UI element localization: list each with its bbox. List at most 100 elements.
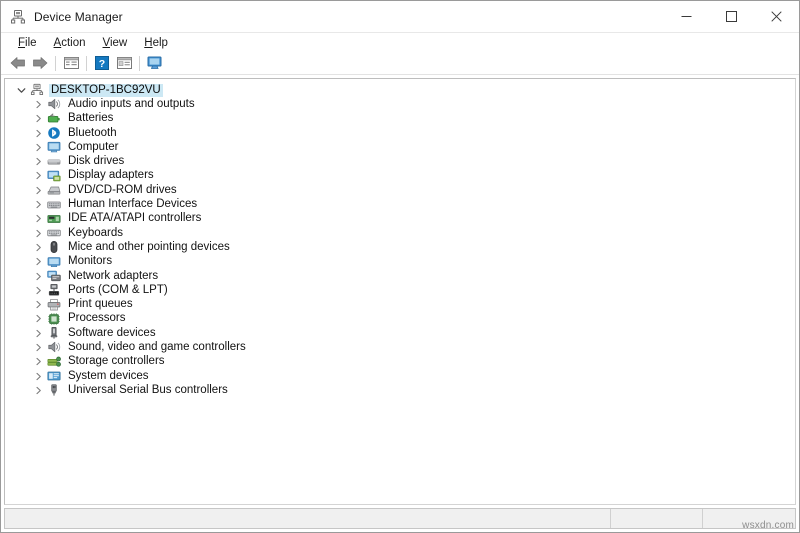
tree-item-sound-video-and-game-controllers[interactable]: Sound, video and game controllers xyxy=(5,340,795,354)
chevron-right-icon[interactable] xyxy=(33,142,44,153)
tree-item-label: Ports (COM & LPT) xyxy=(68,283,168,296)
device-manager-icon xyxy=(10,9,26,25)
toolbar-separator-3 xyxy=(139,55,140,71)
tree-item-label: Software devices xyxy=(68,326,156,339)
chevron-right-icon[interactable] xyxy=(33,213,44,224)
menu-help[interactable]: Help xyxy=(137,35,176,51)
software-device-icon xyxy=(47,326,61,340)
tree-item-monitors[interactable]: Monitors xyxy=(5,255,795,269)
scan-hardware-changes-button[interactable] xyxy=(144,53,166,73)
port-icon xyxy=(47,283,61,297)
toolbar-separator-1 xyxy=(55,55,56,71)
chevron-right-icon[interactable] xyxy=(33,285,44,296)
chevron-right-icon[interactable] xyxy=(33,299,44,310)
tree-item-software-devices[interactable]: Software devices xyxy=(5,326,795,340)
tree-item-disk-drives[interactable]: Disk drives xyxy=(5,154,795,168)
window-title: Device Manager xyxy=(34,9,123,24)
chevron-right-icon[interactable] xyxy=(33,313,44,324)
tree-item-system-devices[interactable]: System devices xyxy=(5,369,795,383)
status-bar-main xyxy=(5,509,611,528)
chevron-right-icon[interactable] xyxy=(33,199,44,210)
tree-item-label: Disk drives xyxy=(68,155,125,168)
chevron-right-icon[interactable] xyxy=(33,228,44,239)
status-bar xyxy=(4,508,796,529)
tree-item-display-adapters[interactable]: Display adapters xyxy=(5,169,795,183)
menu-action[interactable]: Action xyxy=(47,35,94,51)
tree-item-label: Batteries xyxy=(68,112,114,125)
device-tree[interactable]: DESKTOP-1BC92VU Audio inputs and outputs xyxy=(4,78,796,505)
tree-item-dvd-cdrom-drives[interactable]: DVD/CD-ROM drives xyxy=(5,183,795,197)
help-question-icon: ? xyxy=(95,56,109,70)
tree-item-label: Human Interface Devices xyxy=(68,198,198,211)
title-bar: Device Manager xyxy=(1,1,799,33)
help-button[interactable]: ? xyxy=(91,53,113,73)
chevron-right-icon[interactable] xyxy=(33,356,44,367)
tree-item-keyboards[interactable]: Keyboards xyxy=(5,226,795,240)
processor-icon xyxy=(47,312,61,326)
menu-action-rest: ction xyxy=(61,36,86,49)
back-button[interactable] xyxy=(7,53,29,73)
chevron-right-icon[interactable] xyxy=(33,271,44,282)
tree-item-label: Storage controllers xyxy=(68,355,165,368)
tree-item-computer[interactable]: Computer xyxy=(5,140,795,154)
tree-item-processors[interactable]: Processors xyxy=(5,312,795,326)
chevron-right-icon[interactable] xyxy=(33,156,44,167)
back-arrow-icon xyxy=(10,57,25,69)
menu-file[interactable]: File xyxy=(11,35,45,51)
toolbar: ? xyxy=(1,52,799,75)
minimize-button[interactable] xyxy=(664,1,709,32)
chevron-down-icon[interactable] xyxy=(16,85,27,96)
watermark: wsxdn.com xyxy=(742,520,794,531)
tree-item-batteries[interactable]: Batteries xyxy=(5,112,795,126)
menu-view-rest: iew xyxy=(109,36,128,49)
chevron-right-icon[interactable] xyxy=(33,385,44,396)
menu-view[interactable]: View xyxy=(96,35,136,51)
hid-icon xyxy=(47,198,61,212)
menu-help-rest: elp xyxy=(152,36,168,49)
chevron-right-icon[interactable] xyxy=(33,256,44,267)
tree-root-node[interactable]: DESKTOP-1BC92VU xyxy=(5,83,795,97)
show-hide-console-tree-button[interactable] xyxy=(60,53,82,73)
tree-item-label: IDE ATA/ATAPI controllers xyxy=(68,212,202,225)
tree-item-network-adapters[interactable]: Network adapters xyxy=(5,269,795,283)
chevron-right-icon[interactable] xyxy=(33,128,44,139)
computer-node-icon xyxy=(30,83,44,97)
monitor-icon xyxy=(47,255,61,269)
close-button[interactable] xyxy=(754,1,799,32)
chevron-right-icon[interactable] xyxy=(33,170,44,181)
tree-item-mice-and-other-pointing-devices[interactable]: Mice and other pointing devices xyxy=(5,240,795,254)
tree-item-ports-com-lpt[interactable]: Ports (COM & LPT) xyxy=(5,283,795,297)
chevron-right-icon[interactable] xyxy=(33,185,44,196)
chevron-right-icon[interactable] xyxy=(33,328,44,339)
tree-item-bluetooth[interactable]: Bluetooth xyxy=(5,126,795,140)
speaker-icon xyxy=(47,97,61,111)
chevron-right-icon[interactable] xyxy=(33,99,44,110)
tree-item-label: Display adapters xyxy=(68,169,154,182)
tree-item-print-queues[interactable]: Print queues xyxy=(5,297,795,311)
chevron-right-icon[interactable] xyxy=(33,371,44,382)
title-bar-left: Device Manager xyxy=(1,9,123,25)
chevron-right-icon[interactable] xyxy=(33,242,44,253)
properties-button[interactable] xyxy=(113,53,135,73)
tree-item-ide-ata-atapi-controllers[interactable]: IDE ATA/ATAPI controllers xyxy=(5,212,795,226)
tree-item-human-interface-devices[interactable]: Human Interface Devices xyxy=(5,197,795,211)
tree-item-audio-inputs-and-outputs[interactable]: Audio inputs and outputs xyxy=(5,97,795,111)
mouse-icon xyxy=(47,240,61,254)
chevron-right-icon[interactable] xyxy=(33,113,44,124)
tree-item-label: Monitors xyxy=(68,255,113,268)
tree-item-label: Audio inputs and outputs xyxy=(68,97,195,110)
keyboard-icon xyxy=(47,226,61,240)
maximize-button[interactable] xyxy=(709,1,754,32)
tree-item-label: Mice and other pointing devices xyxy=(68,240,230,253)
forward-button[interactable] xyxy=(29,53,51,73)
menu-file-rest: ile xyxy=(25,36,37,49)
menu-bar: File Action View Help xyxy=(1,33,799,52)
tree-item-universal-serial-bus-controllers[interactable]: Universal Serial Bus controllers xyxy=(5,383,795,397)
chevron-right-icon[interactable] xyxy=(33,342,44,353)
tree-item-label: Processors xyxy=(68,312,126,325)
disk-drive-icon xyxy=(47,155,61,169)
device-manager-window: Device Manager File Action View Help ? D… xyxy=(0,0,800,533)
tree-item-storage-controllers[interactable]: Storage controllers xyxy=(5,355,795,369)
system-device-icon xyxy=(47,369,61,383)
status-bar-segment-2 xyxy=(611,509,703,528)
